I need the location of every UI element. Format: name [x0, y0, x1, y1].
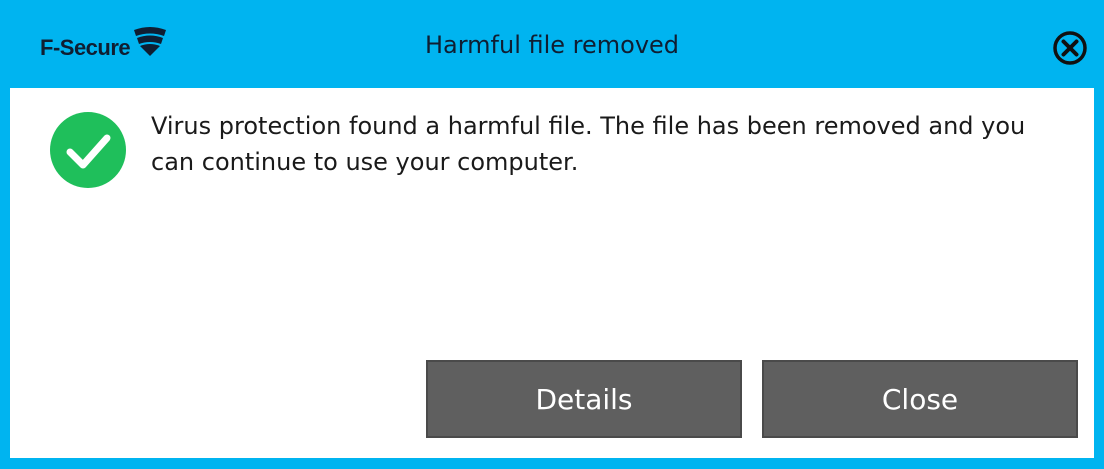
notification-message: Virus protection found a harmful file. T…	[151, 112, 1026, 176]
window-title: Harmful file removed	[424, 31, 680, 59]
notification-window: F-Secure Harmful file removed Virus prot…	[0, 0, 1104, 469]
check-circle-icon	[50, 112, 126, 188]
details-button[interactable]: Details	[426, 360, 742, 438]
close-button[interactable]: Close	[762, 360, 1078, 438]
close-circle-icon[interactable]	[1052, 30, 1088, 66]
title-bar: F-Secure Harmful file removed	[0, 0, 1104, 88]
content-panel: Virus protection found a harmful file. T…	[10, 88, 1094, 458]
